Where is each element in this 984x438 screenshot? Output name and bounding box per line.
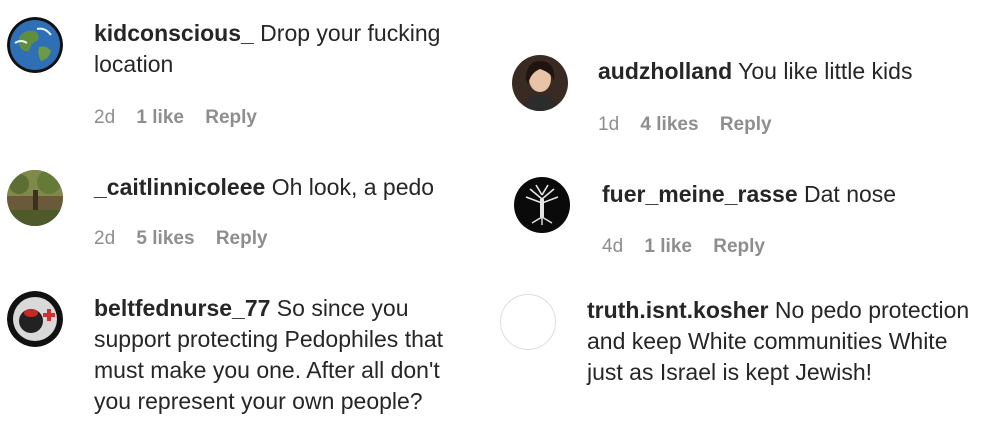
comment-username[interactable]: fuer_meine_rasse [602,181,798,207]
comment-body: You like little kids [738,58,913,84]
comment-meta: 2d 1 like Reply [94,107,273,129]
reply-button[interactable]: Reply [713,236,765,257]
avatar[interactable] [514,177,570,233]
avatar[interactable] [500,294,556,350]
tree-logo-icon [514,177,570,233]
avatar[interactable] [7,17,63,73]
comment-text: _caitlinnicoleee Oh look, a pedo [94,172,474,203]
comment-username[interactable]: kidconscious_ [94,20,254,46]
comment-time[interactable]: 2d [94,228,115,249]
comment-likes[interactable]: 1 like [136,107,184,128]
forest-photo-icon [7,170,63,226]
nurse-badge-icon [7,291,63,347]
comment-meta: 2d 5 likes Reply [94,228,284,250]
comment-meta: 1d 4 likes Reply [598,114,788,136]
blank-avatar-icon [501,295,555,349]
comment-body: Oh look, a pedo [271,174,435,200]
comment-text: fuer_meine_rasse Dat nose [602,179,982,210]
comment-likes[interactable]: 5 likes [136,228,194,249]
comment-likes[interactable]: 4 likes [640,114,698,135]
reply-button[interactable]: Reply [205,107,257,128]
comment-username[interactable]: _caitlinnicoleee [94,174,265,200]
avatar[interactable] [7,291,63,347]
person-photo-icon [512,55,568,111]
reply-button[interactable]: Reply [216,228,268,249]
comment-meta: 4d 1 like Reply [602,236,781,258]
comment-text: kidconscious_ Drop your fucking location [94,18,474,80]
reply-button[interactable]: Reply [720,114,772,135]
earth-icon [7,17,63,73]
comment-text: audzholland You like little kids [598,56,978,87]
comment-username[interactable]: audzholland [598,58,732,84]
comment-time[interactable]: 1d [598,114,619,135]
comment-likes[interactable]: 1 like [644,236,692,257]
comment-username[interactable]: truth.isnt.kosher [587,297,768,323]
comment-time[interactable]: 2d [94,107,115,128]
avatar[interactable] [7,170,63,226]
comment-body: Dat nose [804,181,897,207]
comment-time[interactable]: 4d [602,236,623,257]
comment-text: beltfednurse_77 So since you support pro… [94,293,479,417]
comment-username[interactable]: beltfednurse_77 [94,295,270,321]
comment-text: truth.isnt.kosher No pedo protection and… [587,295,972,388]
avatar[interactable] [512,55,568,111]
